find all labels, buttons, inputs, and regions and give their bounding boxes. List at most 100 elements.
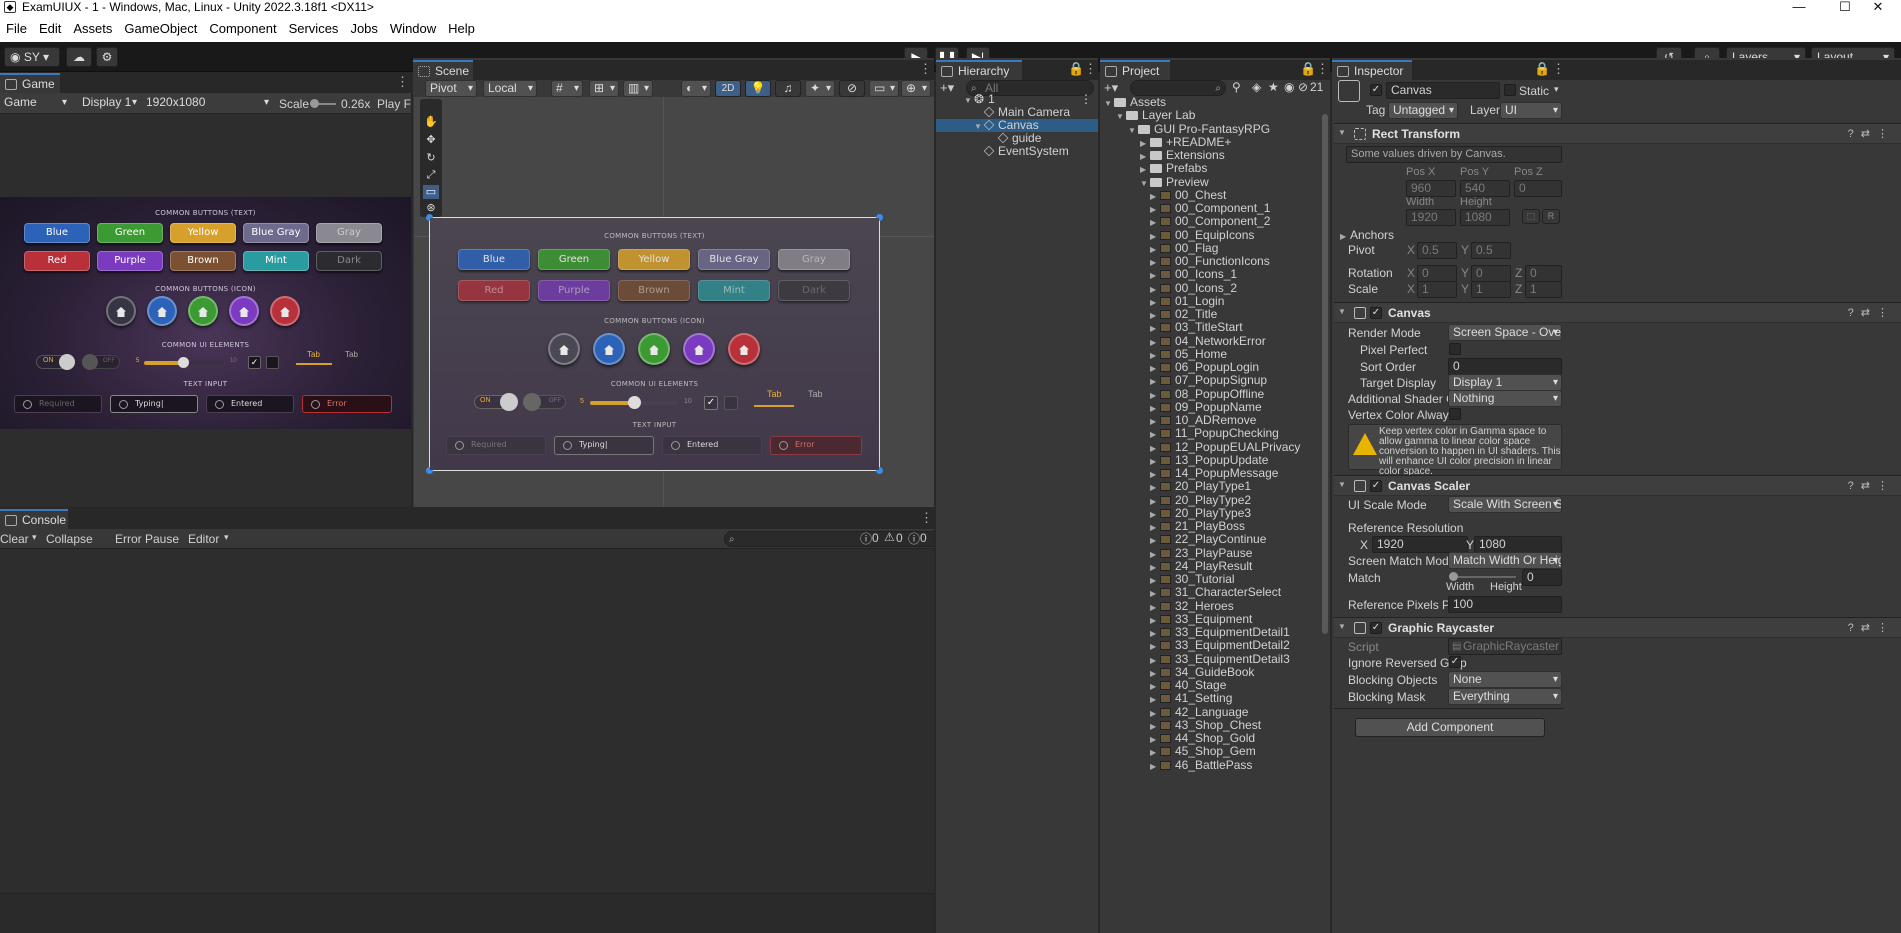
component-actions-icon[interactable]: ?⇄⋮ [1848,621,1895,634]
move-tool-icon[interactable]: ✥ [423,133,439,147]
game-input-error[interactable]: Error [302,395,392,413]
raw-edit-button[interactable]: R [1542,209,1560,224]
ref-y-field[interactable]: 1080 [1474,536,1562,553]
tab-project[interactable]: Project [1100,60,1170,80]
project-folder-row[interactable]: ▶ Extensions [1140,149,1225,162]
project-asset-row[interactable]: ▶ 02_Title [1150,308,1217,321]
collapse-arrow-icon[interactable]: ▶ [1140,163,1150,176]
collapse-arrow-icon[interactable]: ▶ [1150,389,1160,402]
project-asset-row[interactable]: ▶ 32_Heroes [1150,599,1234,614]
project-asset-row[interactable]: ▶ 23_PlayPause [1150,546,1252,561]
resolution-dropdown[interactable]: 1920x1080 [142,95,272,112]
collapse-arrow-icon[interactable]: ▼ [1338,128,1348,137]
collapse-arrow-icon[interactable]: ▶ [1150,733,1160,746]
collapse-arrow-icon[interactable]: ▶ [1150,216,1160,229]
collapse-arrow-icon[interactable]: ▶ [1150,256,1160,269]
project-asset-row[interactable]: ▶ 00_EquipIcons [1150,228,1254,243]
collapse-arrow-icon[interactable]: ▶ [1150,667,1160,680]
game-home-button-blue[interactable] [147,296,177,326]
log-count-icon[interactable]: ⓘ [860,530,872,547]
project-folder-row[interactable]: ▶ Prefabs [1140,162,1207,175]
project-folder-row[interactable]: ▶ +README+ [1140,135,1231,150]
transform-tool-icon[interactable]: ⊛ [423,201,439,215]
project-asset-row[interactable]: ▶ 13_PopupUpdate [1150,453,1268,467]
match-slider-thumb[interactable] [1449,572,1458,581]
scale-x-field[interactable]: 1 [1417,281,1457,298]
project-asset-row[interactable]: ▶ 08_PopupOffline [1150,387,1264,402]
project-asset-row[interactable]: ▶ 43_Shop_Chest [1150,718,1261,732]
camera-dropdown[interactable]: ▭ [869,80,899,97]
game-home-button-dark[interactable] [106,296,136,326]
expand-arrow-icon[interactable]: ▼ [1128,124,1138,137]
game-button-bluegray[interactable]: Blue Gray [243,223,309,243]
rect-tool-icon[interactable]: ▭ [423,185,439,199]
inspector-menu-icon[interactable]: ⋮ [1552,62,1565,76]
collapse-arrow-icon[interactable]: ▶ [1150,336,1160,349]
collapse-arrow-icon[interactable]: ▶ [1150,230,1160,243]
local-dropdown[interactable]: Local [483,80,537,97]
project-asset-row[interactable]: ▶ 24_PlayResult [1150,559,1252,573]
grid-dropdown[interactable]: ⊞ [589,80,619,97]
collapse-arrow-icon[interactable]: ▶ [1150,322,1160,335]
project-asset-row[interactable]: ▶ 21_PlayBoss [1150,520,1245,533]
tab-hierarchy[interactable]: Hierarchy [936,60,1022,80]
increment-dropdown[interactable]: ▥ [623,80,653,97]
game-viewport[interactable]: COMMON BUTTONS (TEXT) Blue Green Yellow … [0,114,411,507]
target-display-dropdown[interactable]: Display 1 [1448,374,1562,391]
game-home-button-red[interactable] [270,296,300,326]
project-asset-row[interactable]: ▶ 30_Tutorial [1150,573,1235,586]
tab-scene[interactable]: Scene [413,60,473,80]
game-input-required[interactable]: Required [14,395,102,413]
search-by-label-icon[interactable]: ◈ [1252,80,1261,94]
script-field[interactable]: ▤ GraphicRaycaster [1448,638,1562,655]
project-asset-row[interactable]: ▶ 10_ADRemove [1150,414,1256,427]
canvas-component-header[interactable]: ▼ ✓ Canvas ?⇄⋮ [1334,302,1901,323]
game-slider[interactable] [144,357,224,368]
game-input-entered[interactable]: Entered [206,395,294,413]
project-asset-row[interactable]: ▶ 04_NetworkError [1150,334,1266,349]
project-asset-row[interactable]: ▶ 00_Component_1 [1150,202,1270,215]
game-mode-dropdown[interactable]: Game [0,95,70,112]
rotate-tool-icon[interactable]: ↻ [423,151,439,165]
project-asset-row[interactable]: ▶ 05_Home [1150,347,1227,361]
collapse-arrow-icon[interactable]: ▶ [1150,680,1160,693]
screen-match-mode-dropdown[interactable]: Match Width Or Heigh [1448,552,1562,569]
gizmos-dropdown[interactable]: ⊕ [901,80,931,97]
game-button-blue[interactable]: Blue [24,223,90,243]
collapse-arrow-icon[interactable]: ▶ [1150,693,1160,706]
tag-dropdown[interactable]: Untagged [1388,102,1458,119]
scale-slider[interactable] [310,99,336,108]
collapse-arrow-icon[interactable]: ▶ [1150,574,1160,587]
collapse-arrow-icon[interactable]: ▶ [1140,137,1150,150]
project-asset-row[interactable]: ▶ 34_GuideBook [1150,665,1254,680]
raycaster-enabled-checkbox[interactable]: ✓ [1370,622,1382,634]
collapse-arrow-icon[interactable]: ▶ [1140,150,1150,163]
game-menu-icon[interactable]: ⋮ [396,75,409,89]
width-field[interactable]: 1920 [1406,209,1456,226]
console-menu-icon[interactable]: ⋮ [920,511,933,525]
match-slider[interactable] [1449,572,1516,581]
static-dropdown-arrow-icon[interactable]: ▾ [1554,84,1559,95]
collapse-arrow-icon[interactable]: ▶ [1150,190,1160,203]
collapse-arrow-icon[interactable]: ▶ [1150,760,1160,773]
vertex-color-checkbox[interactable] [1449,408,1461,420]
account-dropdown[interactable]: ◉ SY ▾ [4,47,60,67]
project-search-input[interactable]: ⌕ [1130,80,1226,96]
game-button-gray[interactable]: Gray [316,223,382,243]
collapse-arrow-icon[interactable]: ▶ [1150,495,1160,508]
collapse-arrow-icon[interactable]: ▶ [1150,746,1160,759]
project-asset-row[interactable]: ▶ 22_PlayContinue [1150,533,1266,546]
project-asset-row[interactable]: ▶ 20_PlayType3 [1150,506,1251,520]
menu-services[interactable]: Services [283,21,345,36]
blueprint-mode-icon[interactable]: ⬚ [1522,209,1540,224]
scene-viewport[interactable]: ✋ ✥ ↻ ⤢ ▭ ⊛ COMMON BUTTONS (TEXT) Blue G… [414,97,934,507]
game-toggle-off[interactable]: OFF [82,354,120,370]
collapse-arrow-icon[interactable]: ▶ [1150,601,1160,614]
mode-2d-toggle[interactable]: 2D [715,80,741,97]
shader-channels-dropdown[interactable]: Nothing [1448,390,1562,407]
hierarchy-row-eventsystem[interactable]: EventSystem [983,145,1069,158]
collapse-arrow-icon[interactable]: ▶ [1150,548,1160,561]
project-asset-row[interactable]: ▶ 03_TitleStart [1150,321,1243,334]
render-mode-dropdown[interactable]: Screen Space - Overl [1448,324,1562,341]
project-asset-row[interactable]: ▶ 01_Login [1150,294,1224,308]
